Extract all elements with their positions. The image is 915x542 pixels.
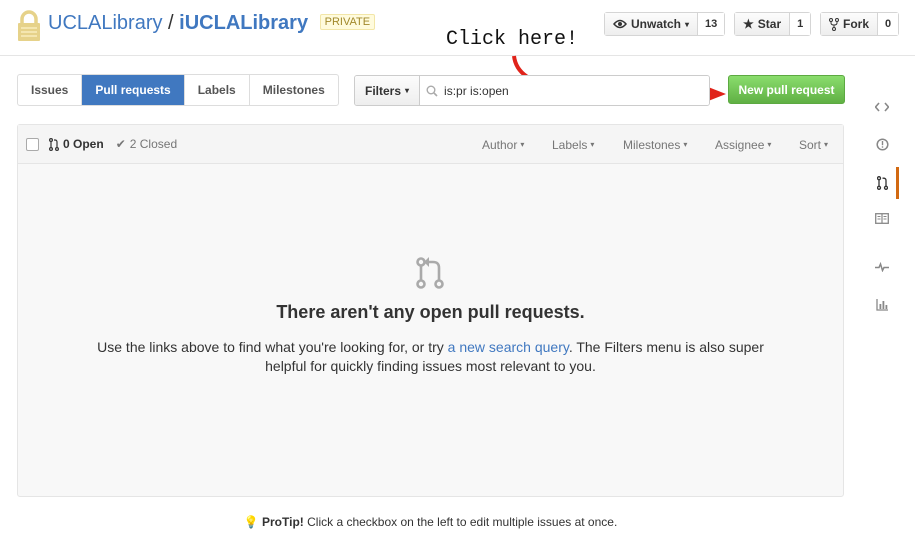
pulse-nav-item[interactable] (866, 252, 898, 282)
star-button[interactable]: ★ Star (735, 13, 790, 35)
unwatch-label: Unwatch (631, 17, 682, 31)
pulse-icon (875, 262, 889, 272)
eye-icon (613, 19, 627, 29)
lock-icon (18, 10, 40, 41)
labels-select[interactable]: Labels ▾ (552, 125, 594, 164)
fork-button-group: Fork 0 (820, 12, 900, 36)
book-icon (875, 212, 889, 224)
new-search-query-link[interactable]: a new search query (448, 339, 569, 355)
sort-select[interactable]: Sort ▾ (799, 125, 828, 164)
watch-button-group: Unwatch ▾ 13 (604, 12, 726, 36)
select-all-checkbox[interactable] (26, 137, 39, 151)
search-icon (426, 85, 438, 97)
tab-milestones[interactable]: Milestones (248, 75, 338, 105)
filters-bar: Filters ▾ is:pr is:open (354, 75, 710, 106)
private-badge: PRIVATE (319, 13, 376, 30)
chevron-down-icon: ▾ (683, 140, 688, 149)
pull-request-icon (876, 176, 888, 190)
closed-count-label: 2 Closed (129, 137, 178, 151)
sort-select-label: Sort (799, 137, 822, 152)
star-button-group: ★ Star 1 (734, 12, 812, 36)
assignee-select-label: Assignee (715, 137, 765, 152)
author-select-label: Author (482, 137, 518, 152)
blankslate-text: Use the links above to find what you're … (80, 338, 781, 376)
chevron-down-icon: ▾ (520, 140, 525, 149)
watch-count[interactable]: 13 (697, 13, 725, 35)
milestones-select[interactable]: Milestones ▾ (623, 125, 687, 164)
code-nav-item[interactable] (866, 92, 898, 122)
fork-count[interactable]: 0 (877, 13, 899, 35)
pull-request-icon (49, 137, 59, 151)
pull-request-icon (416, 257, 444, 289)
repo-sidebar (866, 84, 915, 332)
search-input[interactable]: is:pr is:open (420, 76, 709, 105)
star-icon: ★ (743, 17, 754, 31)
filters-label: Filters (365, 83, 402, 98)
author-select[interactable]: Author ▾ (482, 125, 524, 164)
repo-name-link[interactable]: iUCLALibrary (179, 12, 308, 34)
repo-title: UCLALibrary / iUCLALibrary PRIVATE (48, 12, 376, 35)
labels-select-label: Labels (552, 137, 588, 152)
graphs-nav-item[interactable] (866, 289, 898, 319)
lightbulb-icon: 💡 (243, 515, 259, 529)
new-pull-request-button[interactable]: New pull request (728, 75, 845, 104)
header-divider (0, 55, 915, 56)
graph-icon (875, 298, 888, 311)
wiki-nav-item[interactable] (866, 203, 898, 233)
open-count-label: 0 Open (63, 137, 104, 151)
chevron-down-icon: ▾ (590, 140, 595, 149)
filters-button[interactable]: Filters ▾ (355, 76, 421, 105)
fork-icon (829, 17, 839, 31)
tab-pull-requests[interactable]: Pull requests (81, 75, 184, 105)
chevron-down-icon: ▾ (405, 86, 410, 95)
check-icon: ✔ (115, 137, 126, 151)
issues-nav-item[interactable] (866, 129, 898, 159)
chevron-down-icon: ▾ (824, 140, 829, 149)
repo-owner-link[interactable]: UCLALibrary (48, 12, 162, 34)
tab-issues[interactable]: Issues (18, 75, 81, 105)
star-count[interactable]: 1 (789, 13, 811, 35)
open-filter-link[interactable]: 0 Open (49, 137, 104, 151)
fork-button[interactable]: Fork (821, 13, 878, 35)
tab-labels[interactable]: Labels (183, 75, 249, 105)
subnav-tabs: Issues Pull requests Labels Milestones (17, 74, 339, 106)
chevron-down-icon: ▾ (767, 140, 772, 149)
active-nav-indicator (896, 167, 899, 199)
star-label: Star (757, 17, 782, 31)
protip: 💡 ProTip! Click a checkbox on the left t… (18, 515, 843, 529)
milestones-select-label: Milestones (623, 137, 681, 152)
protip-text: Click a checkbox on the left to edit mul… (303, 515, 618, 529)
blankslate-title: There aren't any open pull requests. (276, 302, 585, 322)
protip-label: ProTip! (262, 515, 304, 529)
closed-filter-link[interactable]: ✔ 2 Closed (116, 137, 177, 151)
fork-label: Fork (843, 17, 870, 31)
search-query: is:pr is:open (444, 83, 509, 98)
chevron-down-icon: ▾ (685, 19, 690, 29)
code-icon (875, 102, 889, 112)
pull-requests-nav-item[interactable] (866, 168, 898, 198)
repo-separator: / (168, 12, 174, 34)
annotation-text: Click here! (446, 28, 579, 51)
issue-opened-icon (875, 137, 889, 151)
unwatch-button[interactable]: Unwatch ▾ (605, 13, 698, 35)
blankslate-text-before: Use the links above to find what you're … (97, 339, 448, 355)
assignee-select[interactable]: Assignee ▾ (715, 125, 771, 164)
